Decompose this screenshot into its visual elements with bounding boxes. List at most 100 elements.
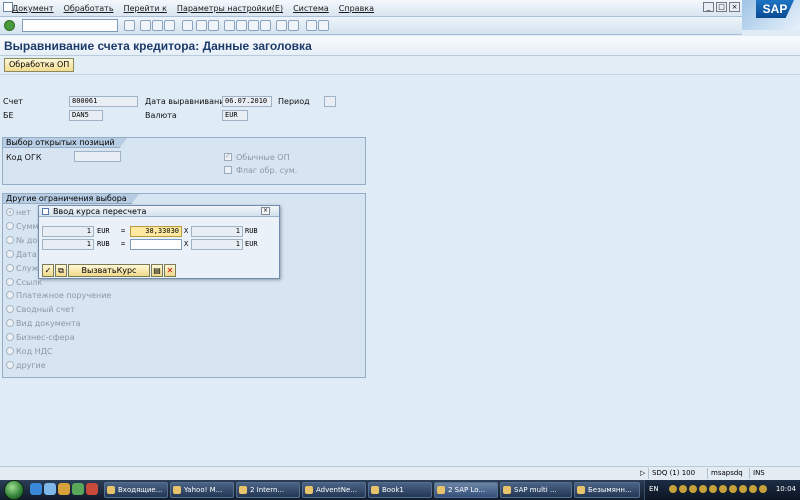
taskbar-item[interactable]: Безымянн... [574,482,640,498]
status-expand-icon[interactable]: ▷ [637,468,648,479]
tray-icon[interactable] [669,485,677,493]
layout-icon[interactable] [318,20,329,31]
back-icon[interactable] [140,20,151,31]
print-icon[interactable] [182,20,193,31]
taskbar-item[interactable]: 2 Intern... [236,482,300,498]
tray-icon[interactable] [689,485,697,493]
radio-payment-order[interactable] [6,291,14,299]
flag-checkbox[interactable] [224,166,232,174]
first-page-icon[interactable] [224,20,235,31]
clearing-date-label: Дата выравнивания [145,97,230,106]
currency-field[interactable]: EUR [222,110,248,121]
tray-icon[interactable] [749,485,757,493]
tray-icon[interactable] [719,485,727,493]
status-bar: ▷ SDQ (1) 100 msapsdq INS [0,466,800,480]
minimize-icon[interactable]: _ [703,2,714,12]
restore-icon[interactable]: □ [716,2,727,12]
radio-summary-account[interactable] [6,305,14,313]
tray-icon[interactable] [759,485,767,493]
radio-doc-number[interactable] [6,236,14,244]
tray-icon[interactable] [699,485,707,493]
equals-sign-2: = [121,240,126,248]
next-page-icon[interactable] [248,20,259,31]
cancel-icon[interactable]: ✕ [164,264,176,277]
taskbar-item[interactable]: SAP multi ... [500,482,572,498]
radio-others[interactable] [6,361,14,369]
from-amount-field-2[interactable]: 1 [42,239,94,250]
from-currency-2: RUB [97,240,110,248]
tray-icon[interactable] [739,485,747,493]
tray-icon[interactable] [679,485,687,493]
find-next-icon[interactable] [208,20,219,31]
confirm-icon[interactable]: ✓ [42,264,54,277]
to-amount-field-2[interactable]: 1 [191,239,243,250]
process-open-items-button[interactable]: Обработка ОП [4,58,75,72]
menu-edit[interactable]: Обработать [64,4,114,13]
help-icon[interactable] [306,20,317,31]
clearing-date-field[interactable]: 06.07.2010 [222,96,272,107]
special-gl-label: Код ОГК [6,153,42,162]
dialog-close-icon[interactable]: × [261,207,270,215]
normal-op-checkbox[interactable] [224,152,232,161]
desktop-quicklaunch-icon[interactable] [44,483,56,495]
radio-service[interactable] [6,264,14,272]
option-label: Ссылк [16,278,43,287]
call-rate-button[interactable]: ВызватьКурс [68,264,150,277]
system-tray: EN 10:04 [644,480,800,500]
taskbar-item[interactable]: Book1 [368,482,432,498]
radio-reference[interactable] [6,278,14,286]
command-field[interactable] [22,19,118,32]
menu-document[interactable]: Документ [12,4,54,13]
prev-page-icon[interactable] [236,20,247,31]
radio-document-type[interactable] [6,319,14,327]
shortcut-icon[interactable] [288,20,299,31]
copy-icon[interactable]: ⧉ [55,264,67,277]
normal-op-label: Обычные ОП [236,153,290,162]
company-code-label: БЕ [3,111,14,120]
menu-system[interactable]: Система [293,4,329,13]
radio-none[interactable] [6,208,14,216]
exchange-rate-field[interactable]: 38,33030 [130,226,182,237]
exit-icon[interactable] [152,20,163,31]
special-gl-field[interactable] [74,151,121,162]
table-icon[interactable]: ▤ [151,264,163,277]
sap-logo: SAP [742,0,800,30]
mail-quicklaunch-icon[interactable] [58,483,70,495]
save-icon[interactable] [124,20,135,31]
menu-settings[interactable]: Параметры настройки(E) [177,4,283,13]
equals-sign: = [121,227,126,235]
last-page-icon[interactable] [260,20,271,31]
window-controls: _ □ × [703,2,740,12]
taskbar-item[interactable]: 2 SAP Lo... [434,482,498,498]
close-icon[interactable]: × [729,2,740,12]
radio-amount[interactable] [6,222,14,230]
to-amount-field[interactable]: 1 [191,226,243,237]
taskbar-item[interactable]: AdventNe... [302,482,366,498]
account-field[interactable]: 800061 [69,96,138,107]
find-icon[interactable] [196,20,207,31]
option-label: Бизнес-сфера [16,333,75,342]
browser-quicklaunch-icon[interactable] [30,483,42,495]
period-field[interactable] [324,96,336,107]
taskbar-item[interactable]: Входящие... [104,482,168,498]
exchange-rate-field-2[interactable] [130,239,182,250]
radio-tax-code[interactable] [6,347,14,355]
taskbar-item[interactable]: Yahoo! M... [170,482,234,498]
tray-icon[interactable] [729,485,737,493]
menu-help[interactable]: Справка [339,4,374,13]
radio-posting-date[interactable] [6,250,14,258]
company-code-field[interactable]: DAN5 [69,110,103,121]
new-session-icon[interactable] [276,20,287,31]
cancel-icon[interactable] [164,20,175,31]
enter-icon[interactable] [4,20,15,31]
tray-icon[interactable] [709,485,717,493]
from-amount-field[interactable]: 1 [42,226,94,237]
app-quicklaunch-icon[interactable] [72,483,84,495]
menu-goto[interactable]: Перейти к [124,4,167,13]
option-label: Вид документа [16,319,81,328]
radio-business-area[interactable] [6,333,14,341]
app2-quicklaunch-icon[interactable] [86,483,98,495]
start-button-icon[interactable] [4,480,24,500]
period-label: Период [278,97,310,106]
language-indicator[interactable]: EN [649,485,659,493]
